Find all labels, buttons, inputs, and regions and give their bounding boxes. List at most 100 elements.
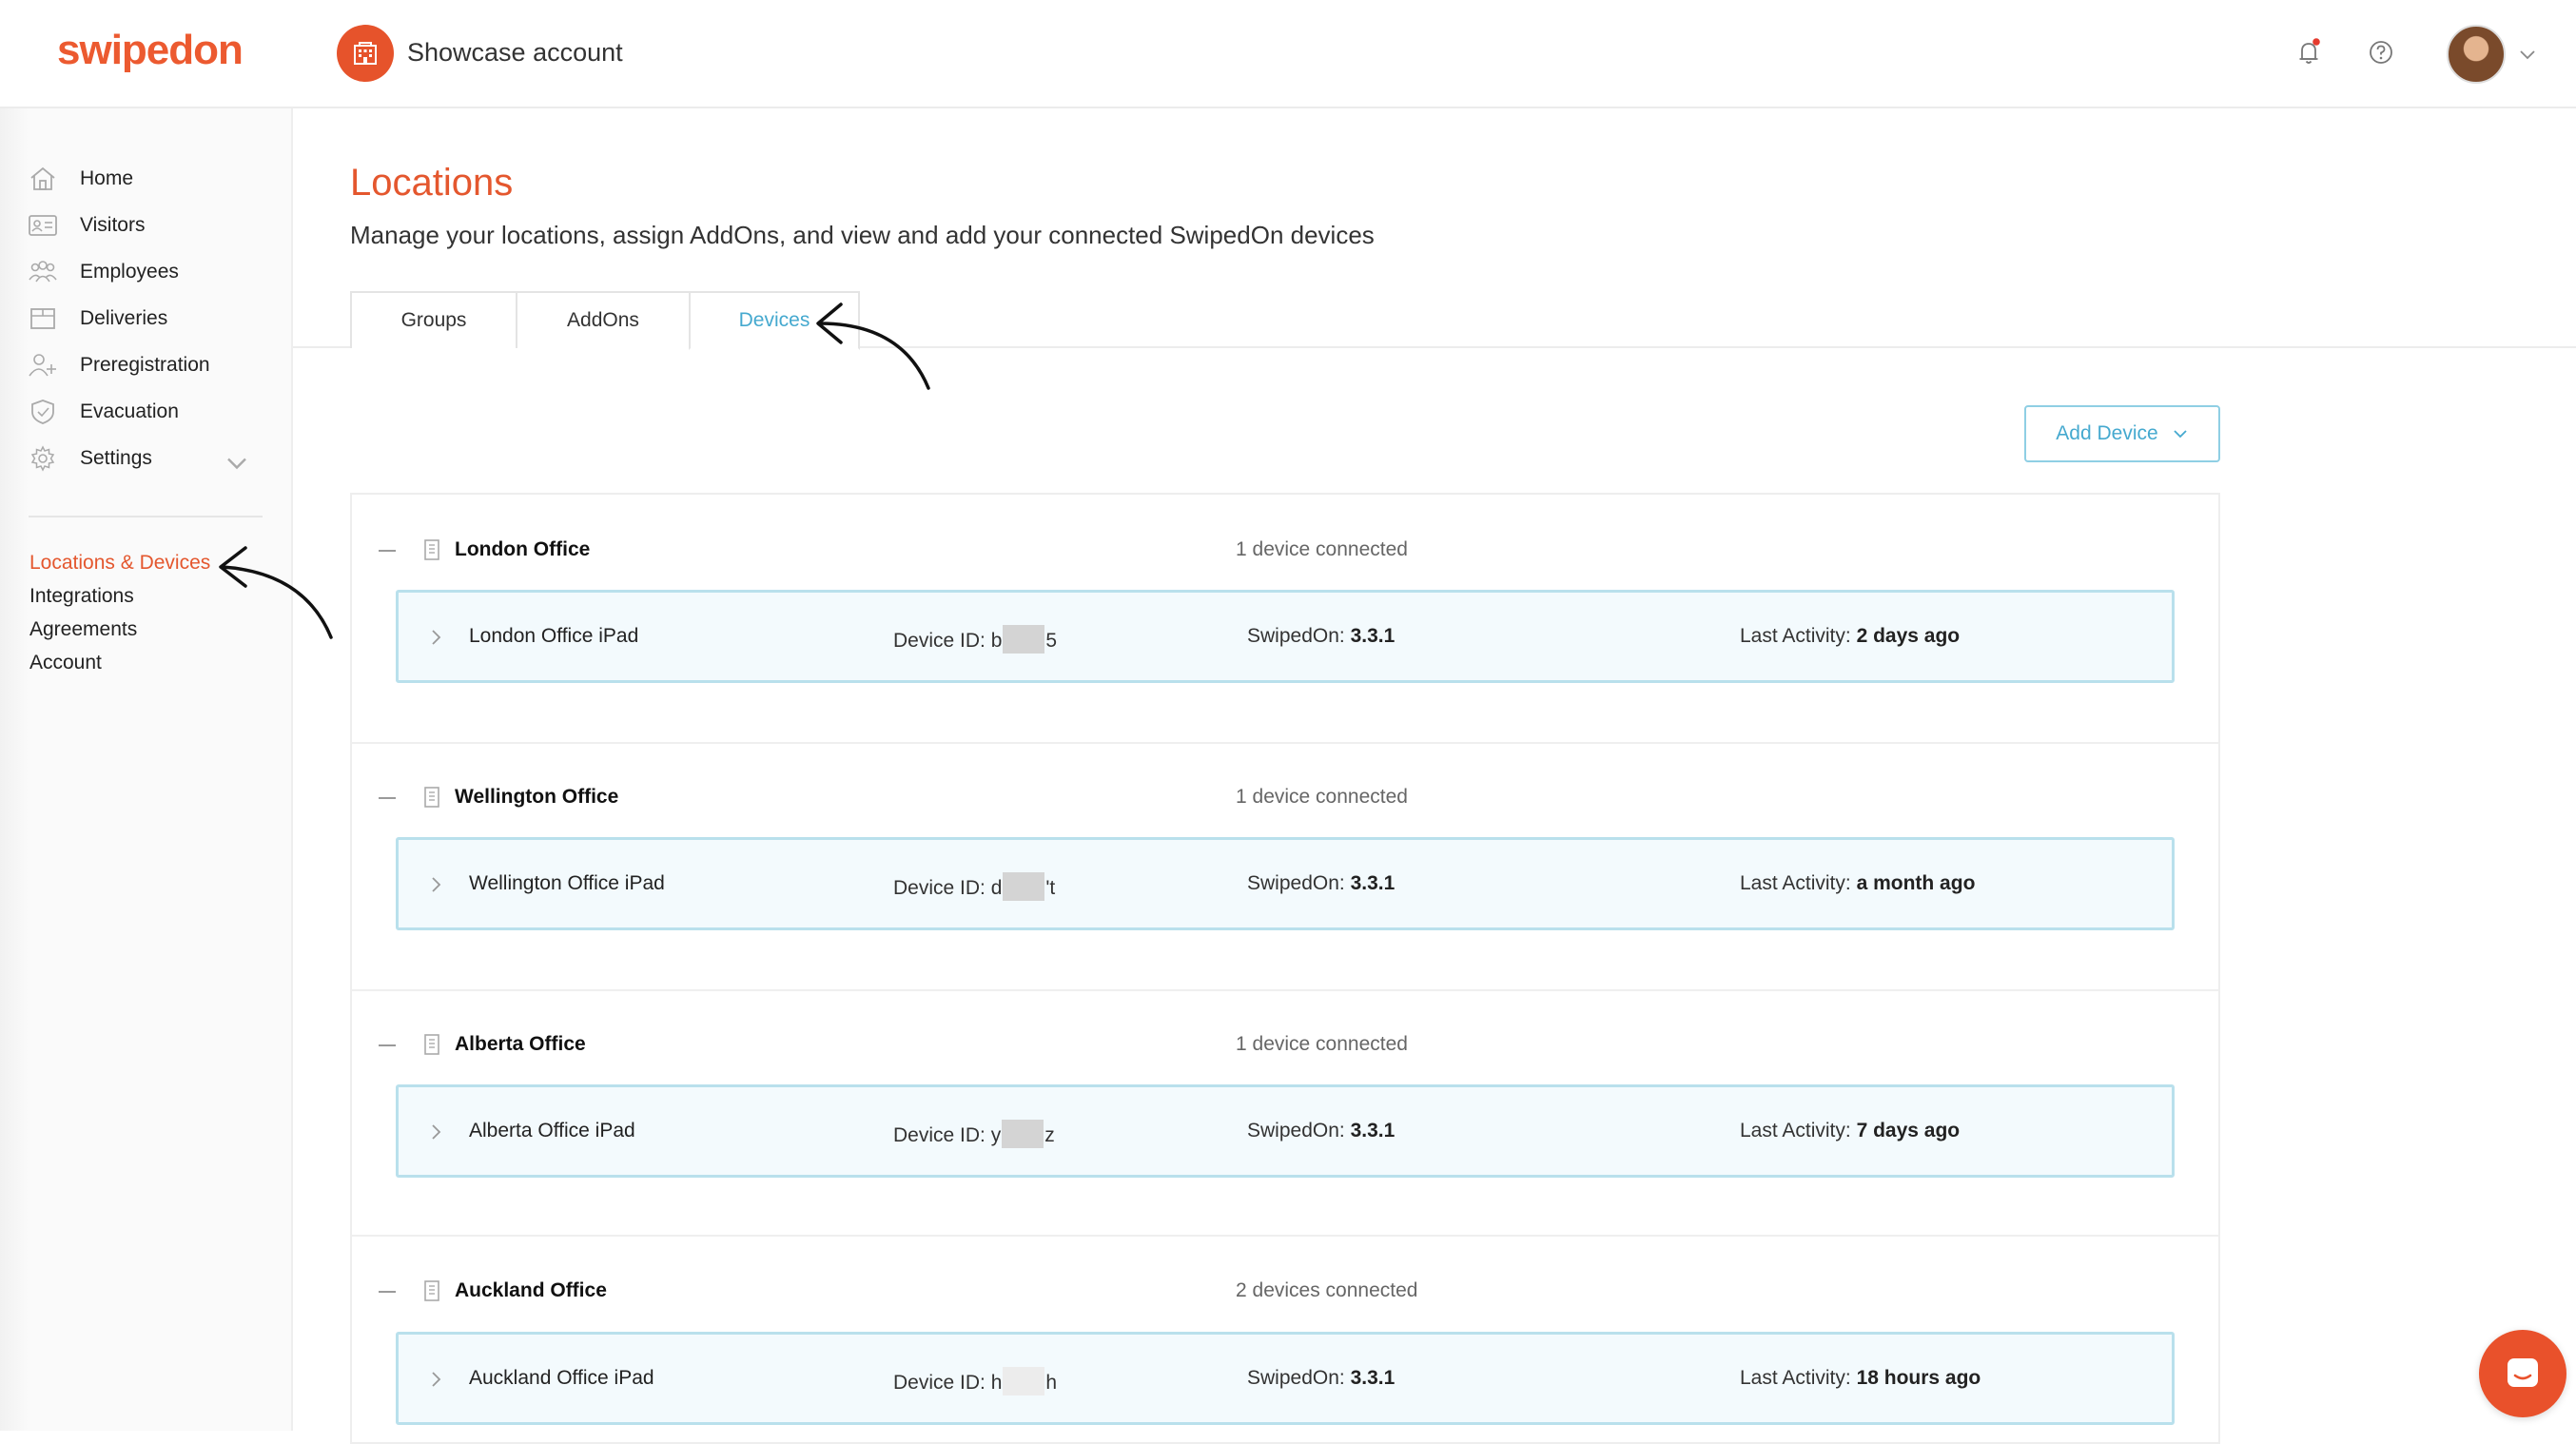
chevron-right-icon[interactable] bbox=[427, 1122, 446, 1142]
group-name: London Office bbox=[455, 538, 591, 560]
help-icon[interactable] bbox=[2365, 36, 2397, 68]
group-separator bbox=[352, 1235, 2218, 1237]
chat-icon bbox=[2508, 1358, 2538, 1387]
version-value: 3.3.1 bbox=[1350, 1120, 1395, 1142]
group-device-count: 1 device connected bbox=[1236, 538, 1408, 560]
sidebar-item-home[interactable]: Home bbox=[27, 160, 274, 198]
sidebar-divider bbox=[29, 516, 263, 517]
annotation-arrow bbox=[219, 546, 333, 639]
account-name[interactable]: Showcase account bbox=[407, 38, 623, 68]
group-device-count: 1 device connected bbox=[1236, 1033, 1408, 1055]
device-last-activity: Last Activity: 18 hours ago bbox=[1740, 1367, 1981, 1390]
version-value: 3.3.1 bbox=[1350, 872, 1395, 894]
sidebar-item-label: Deliveries bbox=[80, 307, 168, 329]
sidebar-item-label: Employees bbox=[80, 261, 179, 283]
redaction bbox=[1003, 1367, 1045, 1395]
group-separator bbox=[352, 989, 2218, 991]
chevron-down-icon[interactable] bbox=[2517, 44, 2538, 65]
version-value: 3.3.1 bbox=[1350, 625, 1395, 647]
device-id-label: Device ID: bbox=[893, 630, 986, 652]
device-id-end: h bbox=[1045, 1372, 1058, 1394]
device-last-activity: Last Activity: 2 days ago bbox=[1740, 625, 1960, 648]
device-id-start: y bbox=[990, 1124, 1002, 1146]
people-icon bbox=[29, 261, 57, 283]
device-row[interactable]: Auckland Office iPad Device ID: h h Swipe… bbox=[396, 1332, 2175, 1425]
group-name: Auckland Office bbox=[455, 1279, 607, 1301]
device-row[interactable]: Alberta Office iPad Device ID: y z Swiped… bbox=[396, 1084, 2175, 1178]
collapse-icon[interactable] bbox=[379, 797, 396, 799]
logo[interactable]: swipedon bbox=[57, 27, 244, 74]
chevron-right-icon[interactable] bbox=[427, 627, 446, 648]
building-icon bbox=[424, 787, 439, 808]
chat-button[interactable] bbox=[2479, 1330, 2566, 1417]
sidebar-item-settings[interactable]: Settings bbox=[27, 439, 274, 478]
version-value: 3.3.1 bbox=[1350, 1367, 1395, 1389]
group-separator bbox=[352, 742, 2218, 744]
device-id-start: d bbox=[990, 877, 1003, 899]
activity-value: 7 days ago bbox=[1856, 1120, 1961, 1142]
device-id-end: z bbox=[1044, 1124, 1055, 1146]
device-last-activity: Last Activity: 7 days ago bbox=[1740, 1120, 1960, 1142]
version-label: SwipedOn: bbox=[1247, 1120, 1345, 1142]
device-id-start: h bbox=[990, 1372, 1003, 1394]
sidebar-item-employees[interactable]: Employees bbox=[27, 253, 274, 291]
sidebar-item-deliveries[interactable]: Deliveries bbox=[27, 300, 274, 338]
chevron-right-icon[interactable] bbox=[427, 874, 446, 895]
group-device-count: 2 devices connected bbox=[1236, 1279, 1418, 1301]
avatar[interactable] bbox=[2447, 25, 2506, 84]
device-row[interactable]: Wellington Office iPad Device ID: d 't Sw… bbox=[396, 837, 2175, 930]
page-title: Locations bbox=[350, 162, 514, 204]
sidebar-subitem-account[interactable]: Account bbox=[29, 652, 102, 674]
collapse-icon[interactable] bbox=[379, 1044, 396, 1046]
annotation-arrow bbox=[816, 302, 930, 390]
device-name: London Office iPad bbox=[469, 625, 639, 647]
activity-label: Last Activity: bbox=[1740, 872, 1851, 894]
device-id-start: b bbox=[990, 630, 1003, 652]
device-id-end: 5 bbox=[1045, 630, 1058, 652]
sidebar-item-preregistration[interactable]: Preregistration bbox=[27, 346, 274, 384]
device-id: Device ID: h h bbox=[893, 1367, 1057, 1395]
sidebar-item-label: Evacuation bbox=[80, 400, 179, 422]
activity-label: Last Activity: bbox=[1740, 1120, 1851, 1142]
shield-icon bbox=[31, 400, 54, 424]
version-label: SwipedOn: bbox=[1247, 872, 1345, 894]
collapse-icon[interactable] bbox=[379, 550, 396, 552]
sidebar-item-label: Home bbox=[80, 167, 134, 189]
collapse-icon[interactable] bbox=[379, 1291, 396, 1293]
package-icon bbox=[30, 308, 55, 329]
account-building-icon[interactable] bbox=[337, 25, 394, 82]
device-row[interactable]: London Office iPad Device ID: b 5 SwipedO… bbox=[396, 590, 2175, 683]
group-name: Alberta Office bbox=[455, 1033, 586, 1055]
device-version: SwipedOn: 3.3.1 bbox=[1247, 872, 1395, 895]
sidebar-item-evacuation[interactable]: Evacuation bbox=[27, 393, 274, 431]
device-id-label: Device ID: bbox=[893, 877, 986, 899]
bell-icon[interactable] bbox=[2293, 36, 2325, 68]
device-version: SwipedOn: 3.3.1 bbox=[1247, 1367, 1395, 1390]
activity-value: 2 days ago bbox=[1856, 625, 1961, 647]
device-last-activity: Last Activity: a month ago bbox=[1740, 872, 1975, 895]
device-id: Device ID: d 't bbox=[893, 872, 1055, 901]
sidebar-item-label: Preregistration bbox=[80, 354, 210, 376]
version-label: SwipedOn: bbox=[1247, 1367, 1345, 1389]
sidebar-subitem-integrations[interactable]: Integrations bbox=[29, 585, 134, 608]
device-name: Alberta Office iPad bbox=[469, 1120, 635, 1142]
device-version: SwipedOn: 3.3.1 bbox=[1247, 1120, 1395, 1142]
version-label: SwipedOn: bbox=[1247, 625, 1345, 647]
device-id-label: Device ID: bbox=[893, 1372, 986, 1394]
building-icon bbox=[424, 1280, 439, 1301]
sidebar-subitem-locations-devices[interactable]: Locations & Devices bbox=[29, 552, 210, 575]
page-subtitle: Manage your locations, assign AddOns, an… bbox=[350, 221, 1375, 249]
device-id: Device ID: b 5 bbox=[893, 625, 1057, 654]
add-device-button[interactable]: Add Device bbox=[2024, 405, 2220, 462]
sidebar-subitem-agreements[interactable]: Agreements bbox=[29, 618, 137, 641]
chevron-down-icon bbox=[2174, 430, 2187, 439]
device-name: Wellington Office iPad bbox=[469, 872, 665, 894]
redaction bbox=[1003, 625, 1045, 654]
chevron-right-icon[interactable] bbox=[427, 1369, 446, 1390]
sidebar-item-visitors[interactable]: Visitors bbox=[27, 206, 274, 244]
device-id-end: 't bbox=[1045, 877, 1056, 899]
building-icon bbox=[424, 539, 439, 560]
building-icon bbox=[424, 1034, 439, 1055]
tab-groups[interactable]: Groups bbox=[350, 291, 517, 348]
tab-addons[interactable]: AddOns bbox=[516, 291, 691, 348]
